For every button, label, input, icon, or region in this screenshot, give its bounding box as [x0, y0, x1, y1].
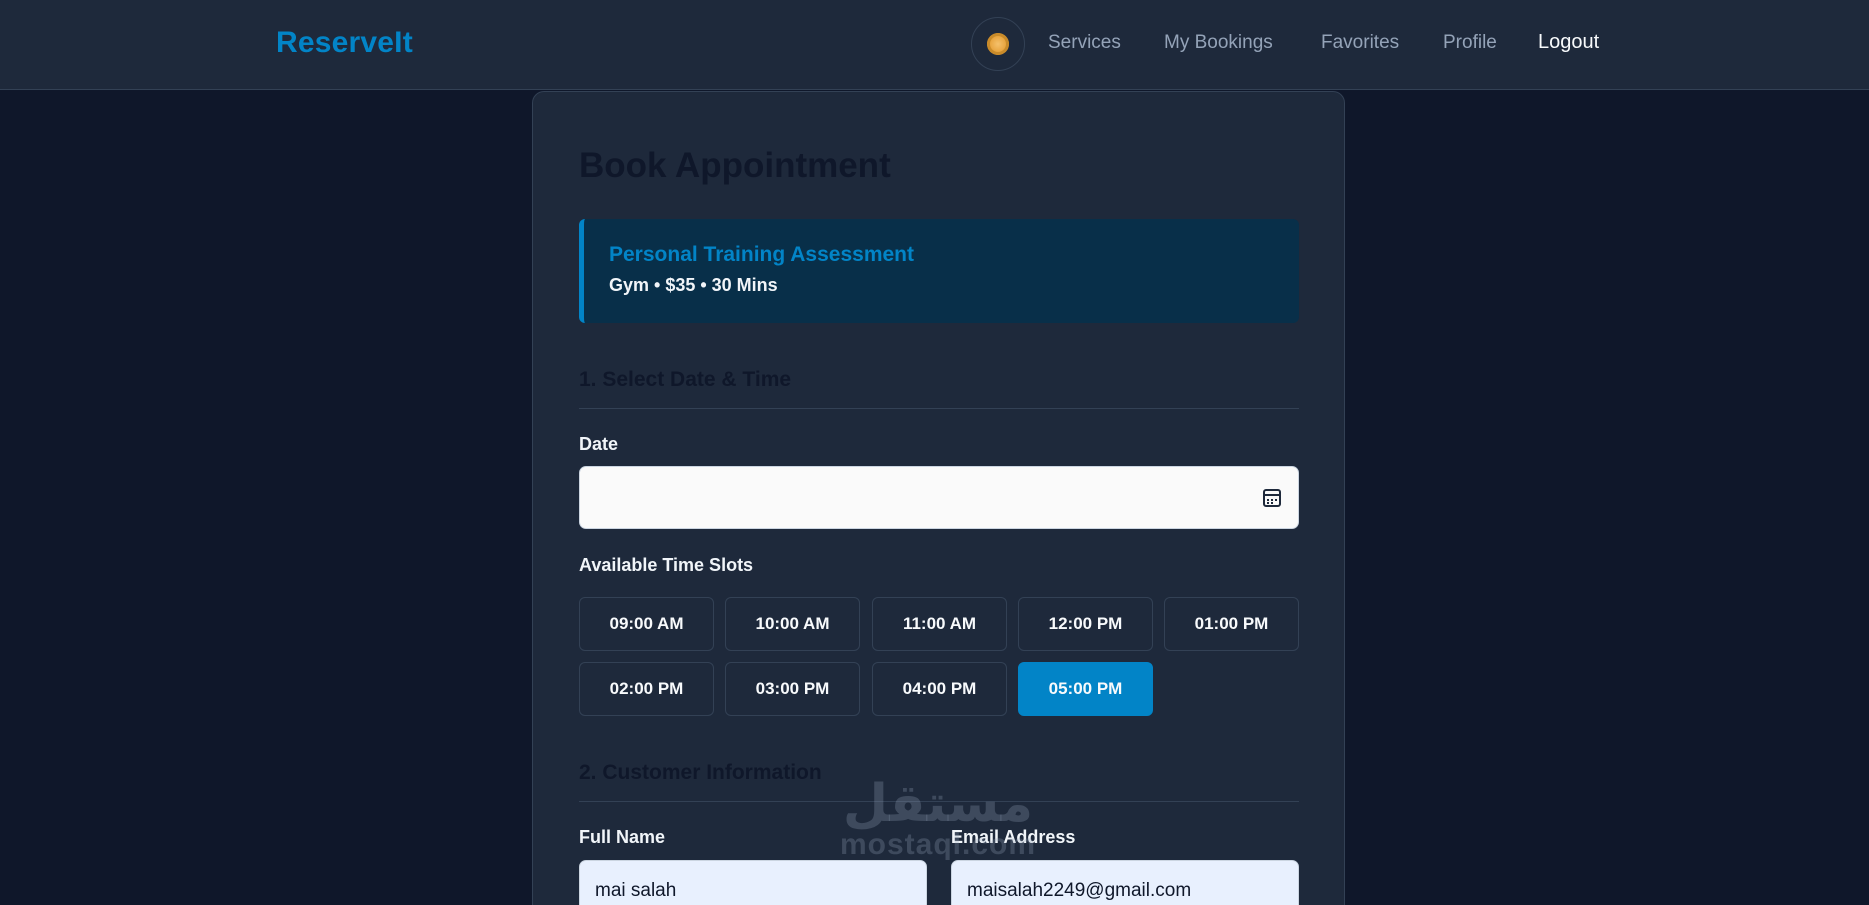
- sun-icon: [987, 33, 1009, 55]
- service-meta: Gym • $35 • 30 Mins: [609, 275, 778, 295]
- nav-link-profile[interactable]: Profile: [1443, 32, 1497, 54]
- service-summary: Personal Training Assessment Gym • $35 •…: [579, 219, 1299, 323]
- page-title: Book Appointment: [579, 146, 891, 185]
- time-slot-0500pm-selected[interactable]: 05:00 PM: [1018, 662, 1153, 716]
- time-slot-1100am[interactable]: 11:00 AM: [872, 597, 1007, 651]
- section-title-date-time: 1. Select Date & Time: [579, 368, 792, 391]
- time-slot-0400pm[interactable]: 04:00 PM: [872, 662, 1007, 716]
- nav-link-favorites[interactable]: Favorites: [1321, 32, 1399, 54]
- calendar-icon[interactable]: [1263, 489, 1281, 507]
- section-title-customer-info: 2. Customer Information: [579, 761, 822, 784]
- email-input[interactable]: maisalah2249@gmail.com: [951, 860, 1299, 905]
- section-divider: [579, 408, 1299, 409]
- nav-link-my-bookings[interactable]: My Bookings: [1164, 32, 1273, 54]
- time-slot-0200pm[interactable]: 02:00 PM: [579, 662, 714, 716]
- section-divider: [579, 801, 1299, 802]
- full-name-label: Full Name: [579, 827, 666, 847]
- date-input[interactable]: [579, 466, 1299, 529]
- theme-toggle-button[interactable]: [971, 17, 1025, 71]
- full-name-input[interactable]: mai salah: [579, 860, 927, 905]
- service-name: Personal Training Assessment: [609, 243, 915, 266]
- date-label: Date: [579, 434, 619, 454]
- time-slot-1000am[interactable]: 10:00 AM: [725, 597, 860, 651]
- time-slot-0900am[interactable]: 09:00 AM: [579, 597, 714, 651]
- time-slot-0100pm[interactable]: 01:00 PM: [1164, 597, 1299, 651]
- logout-button[interactable]: Logout: [1538, 31, 1599, 54]
- top-navbar: ReserveIt Services My Bookings Favorites…: [0, 0, 1869, 90]
- time-slot-0300pm[interactable]: 03:00 PM: [725, 662, 860, 716]
- booking-card: Book Appointment Personal Training Asses…: [532, 91, 1345, 905]
- time-slots-label: Available Time Slots: [579, 555, 754, 575]
- email-label: Email Address: [951, 827, 1076, 847]
- brand-logo[interactable]: ReserveIt: [276, 26, 413, 60]
- time-slot-1200pm[interactable]: 12:00 PM: [1018, 597, 1153, 651]
- nav-link-services[interactable]: Services: [1048, 32, 1121, 54]
